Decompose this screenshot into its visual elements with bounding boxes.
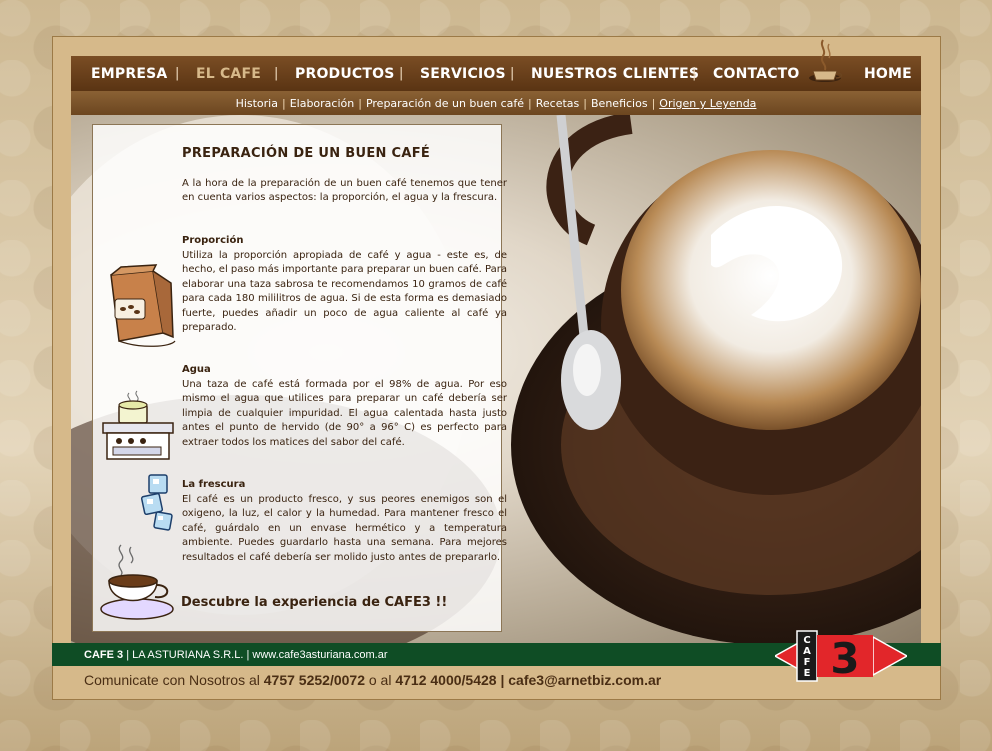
section-text-frescura: El café es un producto fresco, y sus peo… — [182, 494, 507, 563]
nav-productos[interactable]: PRODUCTOS — [295, 56, 395, 91]
sub-nav: Historia | Elaboración | Preparación de un b… — [71, 91, 921, 115]
footer-separator: | — [246, 649, 250, 661]
contact-joiner: o al — [368, 672, 392, 688]
page-title: PREPARACIÓN DE UN BUEN CAFÉ — [182, 146, 431, 161]
nav-separator: | — [692, 66, 697, 81]
stove-pot-icon — [102, 390, 174, 460]
subnav-historia[interactable]: Historia — [236, 97, 278, 110]
intro-text: A la hora de la preparación de un buen c… — [182, 178, 507, 204]
coffee-bag-icon — [110, 264, 176, 347]
contact-prefix: Comunicate con Nosotros al — [84, 672, 260, 688]
nav-home[interactable]: HOME — [864, 56, 912, 91]
main-nav: EMPRESA | EL CAFE | PRODUCTOS | SERVICIO… — [71, 56, 921, 91]
section-title-proporcion: Proporción — [182, 235, 244, 246]
ice-cubes-icon — [140, 474, 173, 531]
subnav-separator: | — [281, 97, 286, 110]
section-text-agua: Una taza de café está formada por el 98%… — [182, 379, 507, 448]
coffee-cup-logo-icon — [809, 39, 843, 82]
subnav-beneficios[interactable]: Beneficios — [591, 97, 648, 110]
contact-separator: | — [500, 672, 505, 688]
nav-contacto[interactable]: CONTACTO — [713, 56, 800, 91]
subnav-separator: | — [651, 97, 656, 110]
subnav-preparacion[interactable]: Preparación de un buen café — [366, 97, 524, 110]
footer-company: LA ASTURIANA S.R.L. — [132, 649, 244, 661]
nav-nuestros-clientes[interactable]: NUESTROS CLIENTES — [531, 56, 699, 91]
section-title-frescura: La frescura — [182, 479, 246, 490]
contact-line: Comunicate con Nosotros al 4757 5252/007… — [84, 672, 661, 688]
section-title-agua: Agua — [182, 364, 211, 375]
cafe3-logo[interactable]: CAFE 3 — [775, 629, 907, 683]
contact-email[interactable]: cafe3@arnetbiz.com.ar — [508, 672, 661, 688]
subnav-recetas[interactable]: Recetas — [536, 97, 580, 110]
nav-servicios[interactable]: SERVICIOS — [420, 56, 506, 91]
subnav-separator: | — [528, 97, 532, 110]
cafe3-logo-letters: CAFE — [803, 635, 811, 679]
nav-separator: | — [399, 66, 404, 81]
footer-brand: CAFE 3 — [84, 649, 124, 661]
footer-separator: | — [126, 649, 130, 661]
footer-url[interactable]: www.cafe3asturiana.com.ar — [252, 649, 387, 661]
nav-empresa[interactable]: EMPRESA — [91, 56, 167, 91]
cafe3-logo-number: 3 — [830, 634, 859, 683]
subnav-separator: | — [358, 97, 362, 110]
coffee-cup-icon — [100, 544, 174, 620]
subnav-separator: | — [583, 97, 588, 110]
nav-el-cafe[interactable]: EL CAFE — [196, 56, 261, 91]
nav-separator: | — [175, 66, 180, 81]
subnav-origen-leyenda[interactable]: Origen y Leyenda — [659, 97, 756, 110]
nav-separator: | — [510, 66, 515, 81]
subnav-elaboracion[interactable]: Elaboración — [290, 97, 355, 110]
contact-phone-1[interactable]: 4757 5252/0072 — [264, 672, 365, 688]
contact-phone-2[interactable]: 4712 4000/5428 — [395, 672, 496, 688]
content-panel: PREPARACIÓN DE UN BUEN CAFÉ A la hora de… — [92, 124, 507, 632]
section-text-proporcion: Utiliza la proporción apropiada de café … — [182, 250, 507, 334]
nav-separator: | — [274, 66, 279, 81]
cta-text: Descubre la experiencia de CAFE3 !! — [181, 595, 448, 610]
